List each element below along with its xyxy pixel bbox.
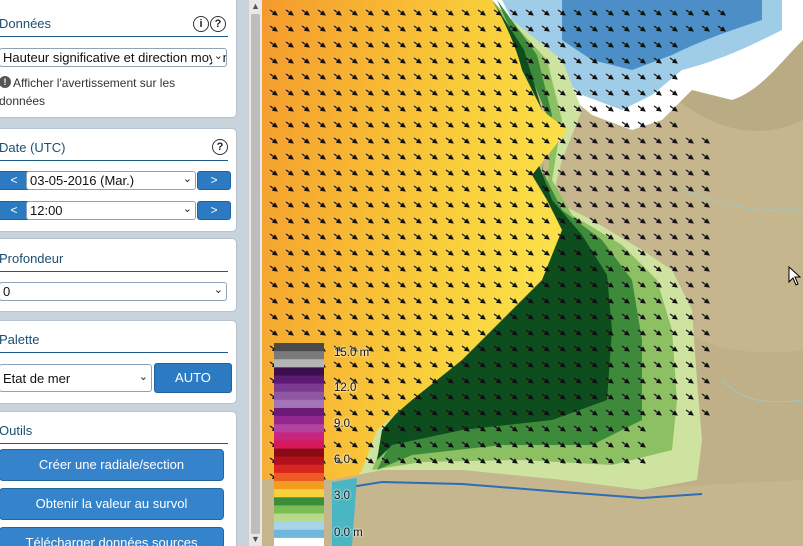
control-sidebar: Données i ? Hauteur significative et dir…: [0, 0, 248, 546]
legend-swatch: [274, 481, 324, 490]
profondeur-panel: Profondeur 0 ⌄: [0, 238, 237, 312]
legend-swatch: [274, 497, 324, 506]
palette-panel: Palette Etat de mer ⌄ AUTO: [0, 320, 237, 404]
chevron-down-icon: ⌄: [213, 284, 223, 296]
wave-map[interactable]: 15.0 m 12.0 9.0 6.0 3.0 0.0 m: [262, 0, 803, 546]
mouse-cursor-icon: [788, 266, 802, 286]
legend-swatch: [274, 351, 324, 360]
next-time-button[interactable]: >: [197, 201, 231, 220]
legend-swatch: [274, 448, 324, 458]
legend-label: 3.0: [334, 490, 350, 502]
depth-select[interactable]: 0 ⌄: [0, 282, 227, 301]
donnees-divider: [0, 36, 228, 37]
legend-swatch: [274, 383, 324, 393]
legend-swatch: [274, 505, 324, 515]
next-date-button[interactable]: >: [197, 171, 231, 190]
date-panel: Date (UTC) ? < 03-05-2016 (Mar.) ⌄ > < 1…: [0, 128, 237, 232]
dataset-select[interactable]: Hauteur significative et direction moyen…: [0, 48, 227, 67]
legend-swatch: [274, 407, 324, 417]
legend-label: 9.0: [334, 418, 350, 430]
palette-select[interactable]: Etat de mer ⌄: [0, 364, 152, 392]
profondeur-title: Profondeur: [0, 251, 64, 266]
date-divider: [0, 160, 228, 161]
sidebar-scrollbar[interactable]: ▲ ▼: [248, 0, 262, 546]
legend-swatch: [274, 521, 324, 531]
color-legend: [274, 343, 324, 546]
scroll-thumb[interactable]: [251, 14, 260, 534]
legend-swatch: [274, 359, 324, 368]
legend-swatch: [274, 416, 324, 425]
donnees-title: Données: [0, 16, 52, 31]
chevron-down-icon: ⌄: [138, 371, 148, 383]
legend-swatch: [274, 472, 324, 482]
legend-swatch: [274, 456, 324, 466]
chevron-down-icon: ⌄: [211, 49, 223, 62]
date-select[interactable]: 03-05-2016 (Mar.) ⌄: [26, 171, 196, 190]
legend-label: 12.0: [334, 382, 357, 394]
help-icon[interactable]: ?: [212, 139, 228, 155]
auto-palette-button[interactable]: AUTO: [154, 363, 232, 393]
scroll-up-icon[interactable]: ▲: [251, 1, 260, 11]
warning-icon[interactable]: !: [0, 76, 11, 88]
palette-title: Palette: [0, 332, 40, 347]
legend-label: 0.0 m: [334, 527, 363, 539]
outils-title: Outils: [0, 423, 33, 438]
legend-colorbar: [274, 343, 324, 546]
help-icon[interactable]: ?: [210, 16, 226, 32]
chevron-down-icon: ⌄: [182, 203, 192, 215]
scroll-down-icon[interactable]: ▼: [251, 534, 260, 544]
legend-swatch: [274, 367, 324, 376]
legend-swatch: [274, 464, 324, 474]
info-icon[interactable]: i: [193, 16, 209, 32]
legend-swatch: [274, 440, 324, 450]
profondeur-divider: [0, 271, 228, 272]
hover-value-button[interactable]: Obtenir la valeur au survol: [0, 488, 224, 520]
depth-select-value: 0: [3, 284, 11, 299]
download-source-button[interactable]: Télécharger données sources: [0, 527, 224, 546]
legend-swatch: [274, 529, 324, 539]
date-title: Date (UTC): [0, 140, 66, 155]
legend-label: 15.0 m: [334, 347, 370, 359]
outils-divider: [0, 443, 228, 444]
create-section-button[interactable]: Créer une radiale/section: [0, 449, 224, 481]
chevron-down-icon: ⌄: [182, 173, 192, 185]
legend-swatch: [274, 375, 324, 385]
legend-swatch: [274, 343, 324, 352]
legend-swatch: [274, 513, 324, 523]
palette-select-value: Etat de mer: [3, 371, 71, 386]
date-select-value: 03-05-2016 (Mar.): [30, 173, 135, 188]
donnees-panel: Données i ? Hauteur significative et dir…: [0, 0, 237, 118]
outils-panel: Outils Créer une radiale/section Obtenir…: [0, 411, 237, 546]
time-select[interactable]: 12:00 ⌄: [26, 201, 196, 220]
legend-swatch: [274, 489, 324, 498]
legend-swatch: [274, 424, 324, 433]
legend-swatch: [274, 432, 324, 441]
warning-link-line2[interactable]: données: [0, 94, 45, 108]
warning-link-line1[interactable]: Afficher l'avertissement sur les: [13, 76, 175, 90]
time-select-value: 12:00: [30, 203, 63, 218]
legend-label: 6.0: [334, 454, 350, 466]
legend-swatch: [274, 537, 324, 546]
legend-swatch: [274, 391, 324, 401]
legend-swatch: [274, 399, 324, 409]
dataset-select-value: Hauteur significative et direction moyen…: [3, 50, 227, 65]
palette-divider: [0, 352, 228, 353]
